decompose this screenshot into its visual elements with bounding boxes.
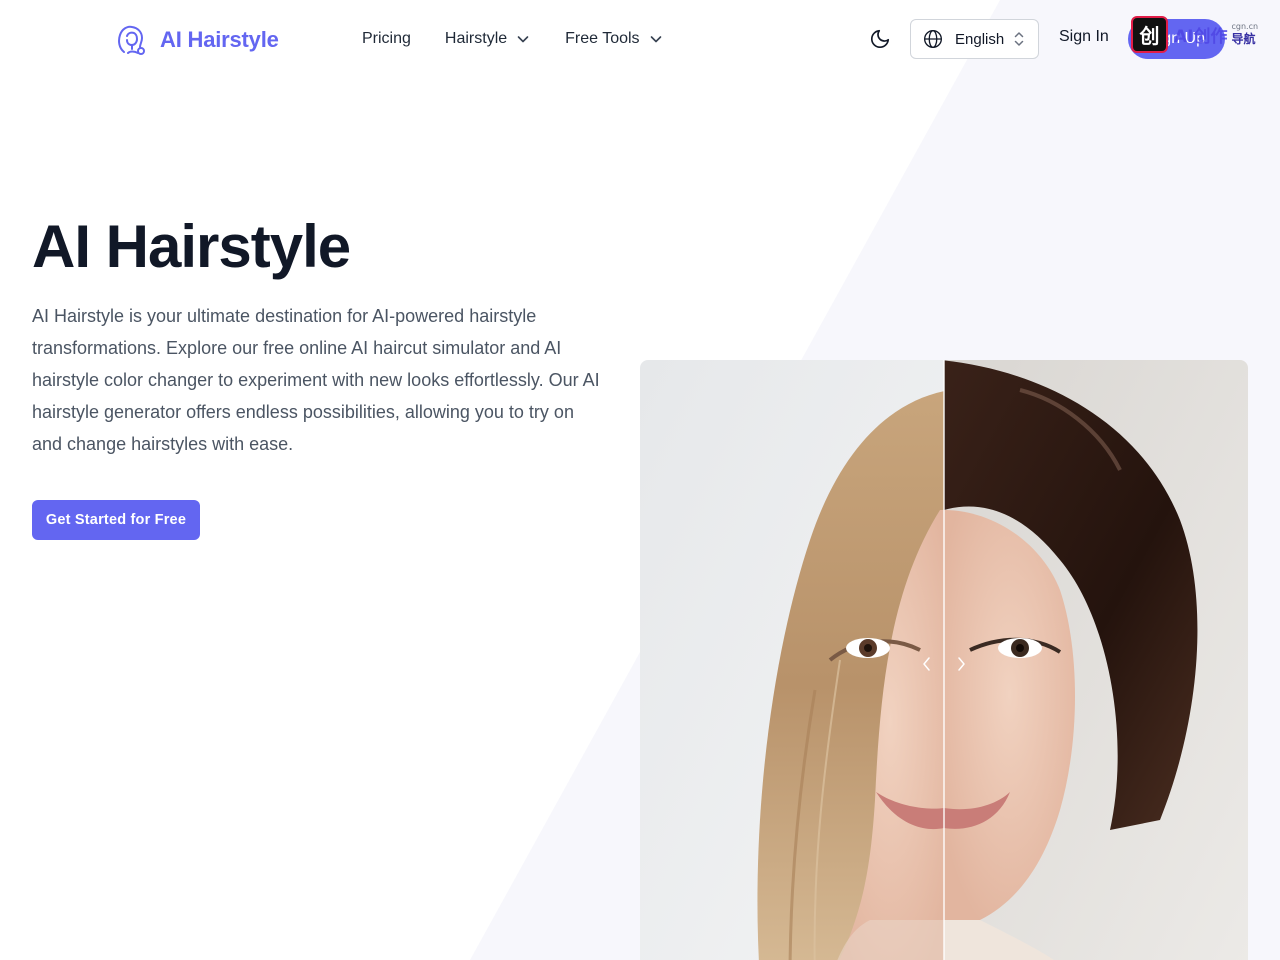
chevron-left-icon (923, 657, 930, 671)
badge-text: AI创作 (1174, 26, 1228, 47)
badge-small-text: cgn.cn (1231, 22, 1259, 31)
nav-hairstyle-dropdown[interactable]: Hairstyle (445, 26, 531, 52)
hero-title: AI Hairstyle (32, 213, 351, 280)
badge-icon: 创 (1131, 15, 1168, 53)
hero-description: AI Hairstyle is your ultimate destinatio… (32, 306, 600, 454)
globe-icon (924, 30, 942, 48)
chevron-right-icon (958, 657, 965, 671)
logo-text: AI Hairstyle (160, 27, 279, 52)
hair-logo-icon (118, 25, 145, 55)
overlay-badge[interactable]: 创 AI创作 cgn.cn 导航 (1131, 15, 1261, 53)
sign-in-link[interactable]: Sign In (1059, 28, 1109, 46)
badge-sub: cgn.cn 导航 (1231, 22, 1259, 46)
nav-free-tools-dropdown[interactable]: Free Tools (565, 26, 663, 52)
logo-link[interactable]: AI Hairstyle (116, 22, 279, 58)
nav-pricing-label: Pricing (362, 30, 411, 47)
chevron-down-icon (517, 36, 529, 43)
theme-toggle-button[interactable] (866, 25, 894, 53)
site-header: AI Hairstyle Pricing Hairstyle Free Tool… (0, 0, 1280, 78)
nav-free-tools-label: Free Tools (565, 30, 640, 47)
nav-hairstyle-label: Hairstyle (444, 30, 508, 47)
hairstyle-comparison-slider[interactable] (640, 360, 1248, 960)
nav-pricing[interactable]: Pricing (362, 26, 411, 52)
language-select[interactable]: English (910, 19, 1039, 59)
chevron-down-icon (650, 36, 661, 43)
comparison-divider-handle[interactable] (916, 650, 972, 678)
main-nav: Pricing Hairstyle Free Tools (362, 26, 664, 52)
moon-icon (870, 29, 890, 49)
language-select-value: English (955, 30, 1005, 48)
updown-icon (1014, 32, 1024, 46)
get-started-button[interactable]: Get Started for Free (32, 500, 200, 540)
badge-nav-text: 导航 (1231, 32, 1256, 46)
